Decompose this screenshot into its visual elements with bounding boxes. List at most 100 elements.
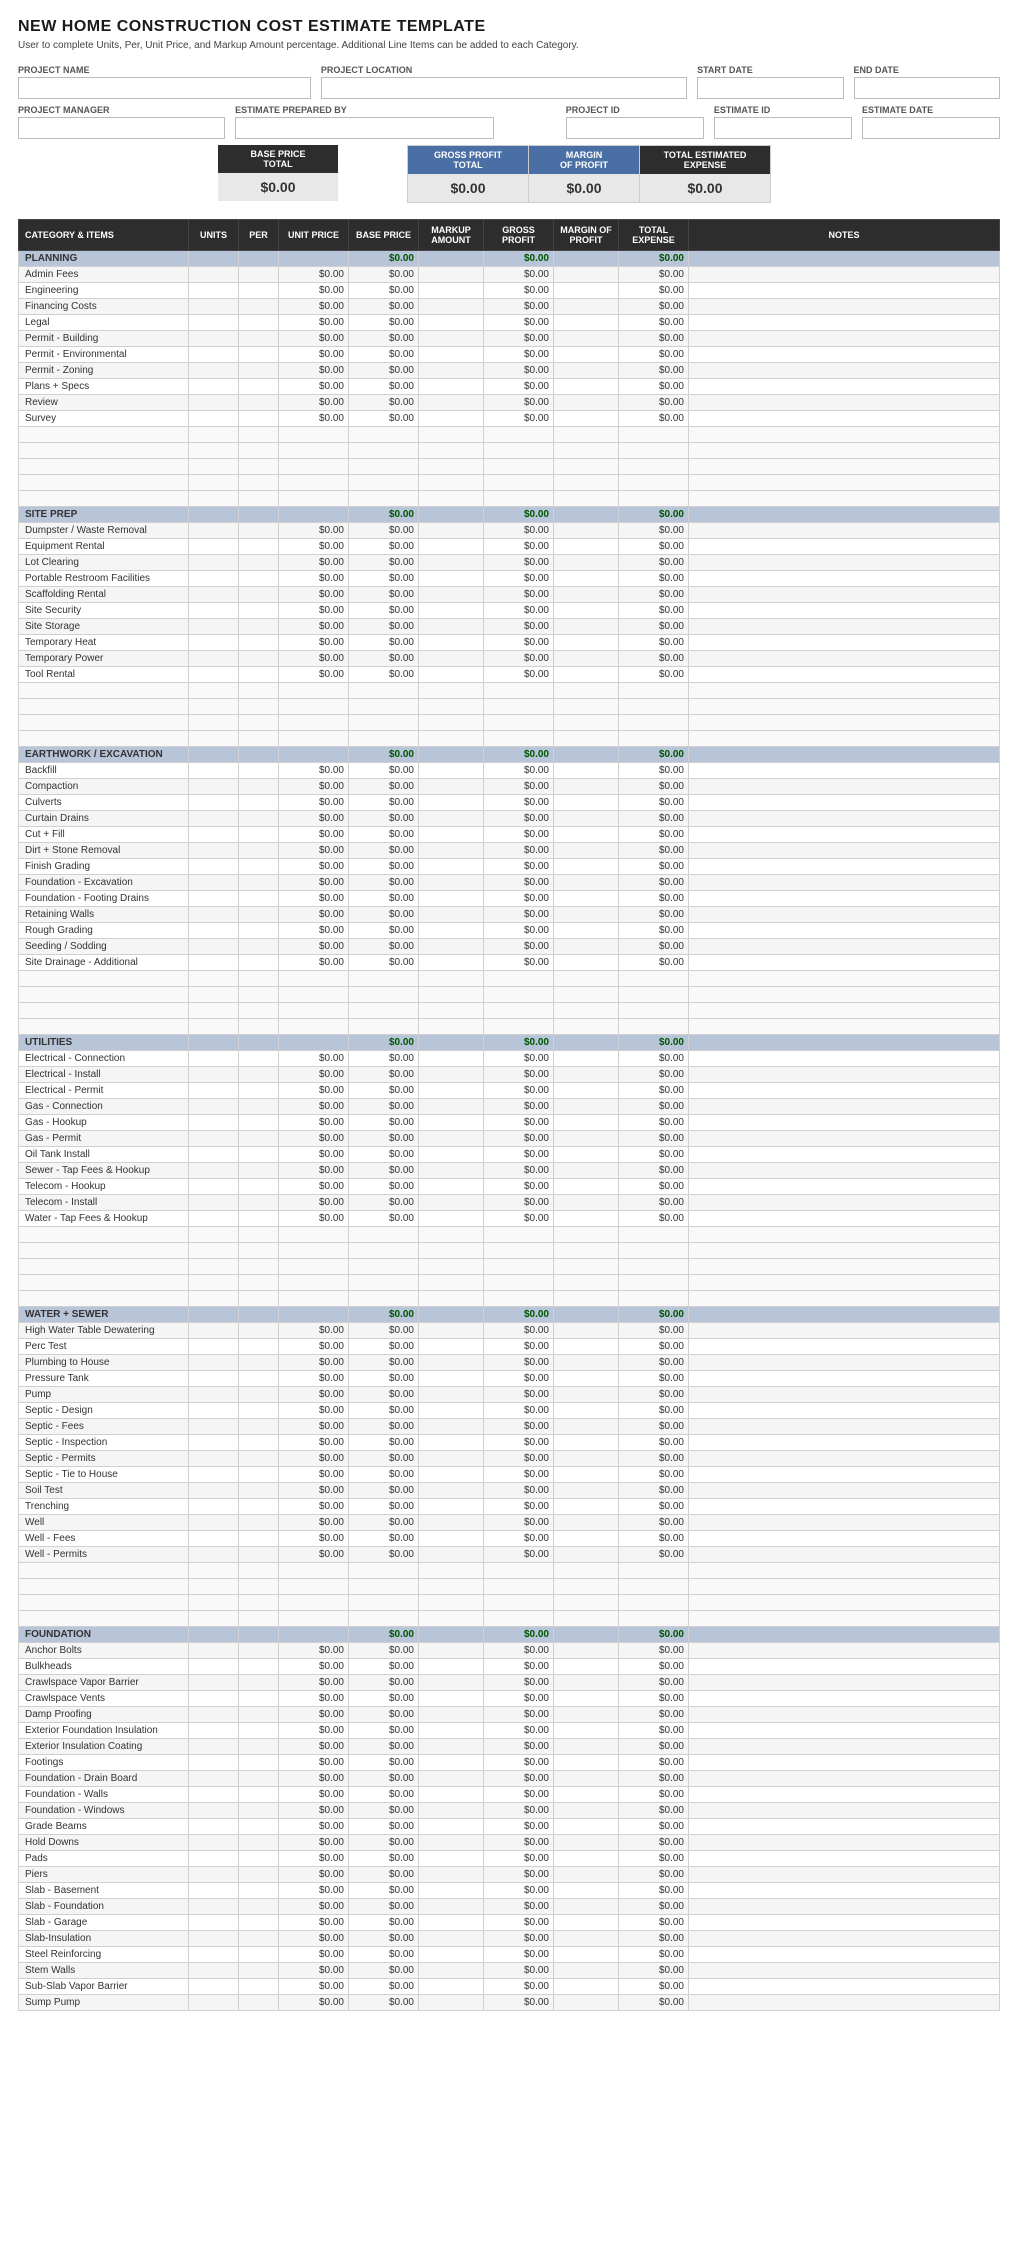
item-per[interactable]: [239, 411, 279, 427]
item-per[interactable]: [239, 1323, 279, 1339]
item-per[interactable]: [239, 1019, 279, 1035]
item-units[interactable]: [189, 379, 239, 395]
item-per[interactable]: [239, 363, 279, 379]
item-units[interactable]: [189, 683, 239, 699]
item-per[interactable]: [239, 699, 279, 715]
item-units[interactable]: [189, 1227, 239, 1243]
item-units[interactable]: [189, 1595, 239, 1611]
estimate-date-input[interactable]: [862, 117, 1000, 139]
item-units[interactable]: [189, 715, 239, 731]
item-per[interactable]: [239, 299, 279, 315]
item-per[interactable]: [239, 1803, 279, 1819]
item-per[interactable]: [239, 955, 279, 971]
item-units[interactable]: [189, 395, 239, 411]
item-units[interactable]: [189, 283, 239, 299]
item-per[interactable]: [239, 315, 279, 331]
item-units[interactable]: [189, 267, 239, 283]
item-per[interactable]: [239, 1179, 279, 1195]
item-units[interactable]: [189, 1515, 239, 1531]
item-per[interactable]: [239, 763, 279, 779]
item-units[interactable]: [189, 1147, 239, 1163]
item-per[interactable]: [239, 1467, 279, 1483]
item-per[interactable]: [239, 1883, 279, 1899]
item-per[interactable]: [239, 651, 279, 667]
item-units[interactable]: [189, 539, 239, 555]
item-per[interactable]: [239, 459, 279, 475]
item-per[interactable]: [239, 555, 279, 571]
item-units[interactable]: [189, 1275, 239, 1291]
item-per[interactable]: [239, 1067, 279, 1083]
item-units[interactable]: [189, 555, 239, 571]
item-per[interactable]: [239, 1723, 279, 1739]
item-per[interactable]: [239, 347, 279, 363]
item-per[interactable]: [239, 539, 279, 555]
item-units[interactable]: [189, 1291, 239, 1307]
item-units[interactable]: [189, 1867, 239, 1883]
item-units[interactable]: [189, 1547, 239, 1563]
item-units[interactable]: [189, 939, 239, 955]
item-per[interactable]: [239, 267, 279, 283]
project-location-input[interactable]: [321, 77, 687, 99]
item-per[interactable]: [239, 491, 279, 507]
item-per[interactable]: [239, 1051, 279, 1067]
item-units[interactable]: [189, 1995, 239, 2011]
item-units[interactable]: [189, 1483, 239, 1499]
project-name-input[interactable]: [18, 77, 311, 99]
item-units[interactable]: [189, 427, 239, 443]
item-units[interactable]: [189, 1755, 239, 1771]
item-per[interactable]: [239, 1003, 279, 1019]
item-per[interactable]: [239, 1419, 279, 1435]
item-units[interactable]: [189, 1931, 239, 1947]
item-per[interactable]: [239, 811, 279, 827]
item-per[interactable]: [239, 1275, 279, 1291]
item-per[interactable]: [239, 1947, 279, 1963]
item-units[interactable]: [189, 827, 239, 843]
item-units[interactable]: [189, 1451, 239, 1467]
item-per[interactable]: [239, 1835, 279, 1851]
item-units[interactable]: [189, 1051, 239, 1067]
item-units[interactable]: [189, 699, 239, 715]
item-per[interactable]: [239, 1451, 279, 1467]
item-units[interactable]: [189, 491, 239, 507]
item-per[interactable]: [239, 827, 279, 843]
item-per[interactable]: [239, 1915, 279, 1931]
item-per[interactable]: [239, 667, 279, 683]
estimate-prepared-input[interactable]: [235, 117, 494, 139]
item-per[interactable]: [239, 1147, 279, 1163]
item-per[interactable]: [239, 891, 279, 907]
item-units[interactable]: [189, 603, 239, 619]
item-per[interactable]: [239, 939, 279, 955]
item-units[interactable]: [189, 619, 239, 635]
item-units[interactable]: [189, 1179, 239, 1195]
item-per[interactable]: [239, 1259, 279, 1275]
item-units[interactable]: [189, 1499, 239, 1515]
item-per[interactable]: [239, 379, 279, 395]
start-date-input[interactable]: [697, 77, 843, 99]
item-per[interactable]: [239, 1659, 279, 1675]
item-units[interactable]: [189, 1899, 239, 1915]
estimate-id-input[interactable]: [714, 117, 852, 139]
item-per[interactable]: [239, 1531, 279, 1547]
item-per[interactable]: [239, 1083, 279, 1099]
item-units[interactable]: [189, 1371, 239, 1387]
item-per[interactable]: [239, 1195, 279, 1211]
item-units[interactable]: [189, 363, 239, 379]
item-per[interactable]: [239, 571, 279, 587]
item-per[interactable]: [239, 427, 279, 443]
item-units[interactable]: [189, 331, 239, 347]
item-units[interactable]: [189, 843, 239, 859]
item-per[interactable]: [239, 1595, 279, 1611]
item-units[interactable]: [189, 1163, 239, 1179]
item-per[interactable]: [239, 1131, 279, 1147]
item-per[interactable]: [239, 875, 279, 891]
item-units[interactable]: [189, 443, 239, 459]
item-units[interactable]: [189, 1675, 239, 1691]
item-units[interactable]: [189, 1819, 239, 1835]
item-per[interactable]: [239, 1691, 279, 1707]
item-units[interactable]: [189, 315, 239, 331]
item-units[interactable]: [189, 1707, 239, 1723]
item-units[interactable]: [189, 1563, 239, 1579]
item-units[interactable]: [189, 859, 239, 875]
item-per[interactable]: [239, 971, 279, 987]
item-units[interactable]: [189, 1099, 239, 1115]
